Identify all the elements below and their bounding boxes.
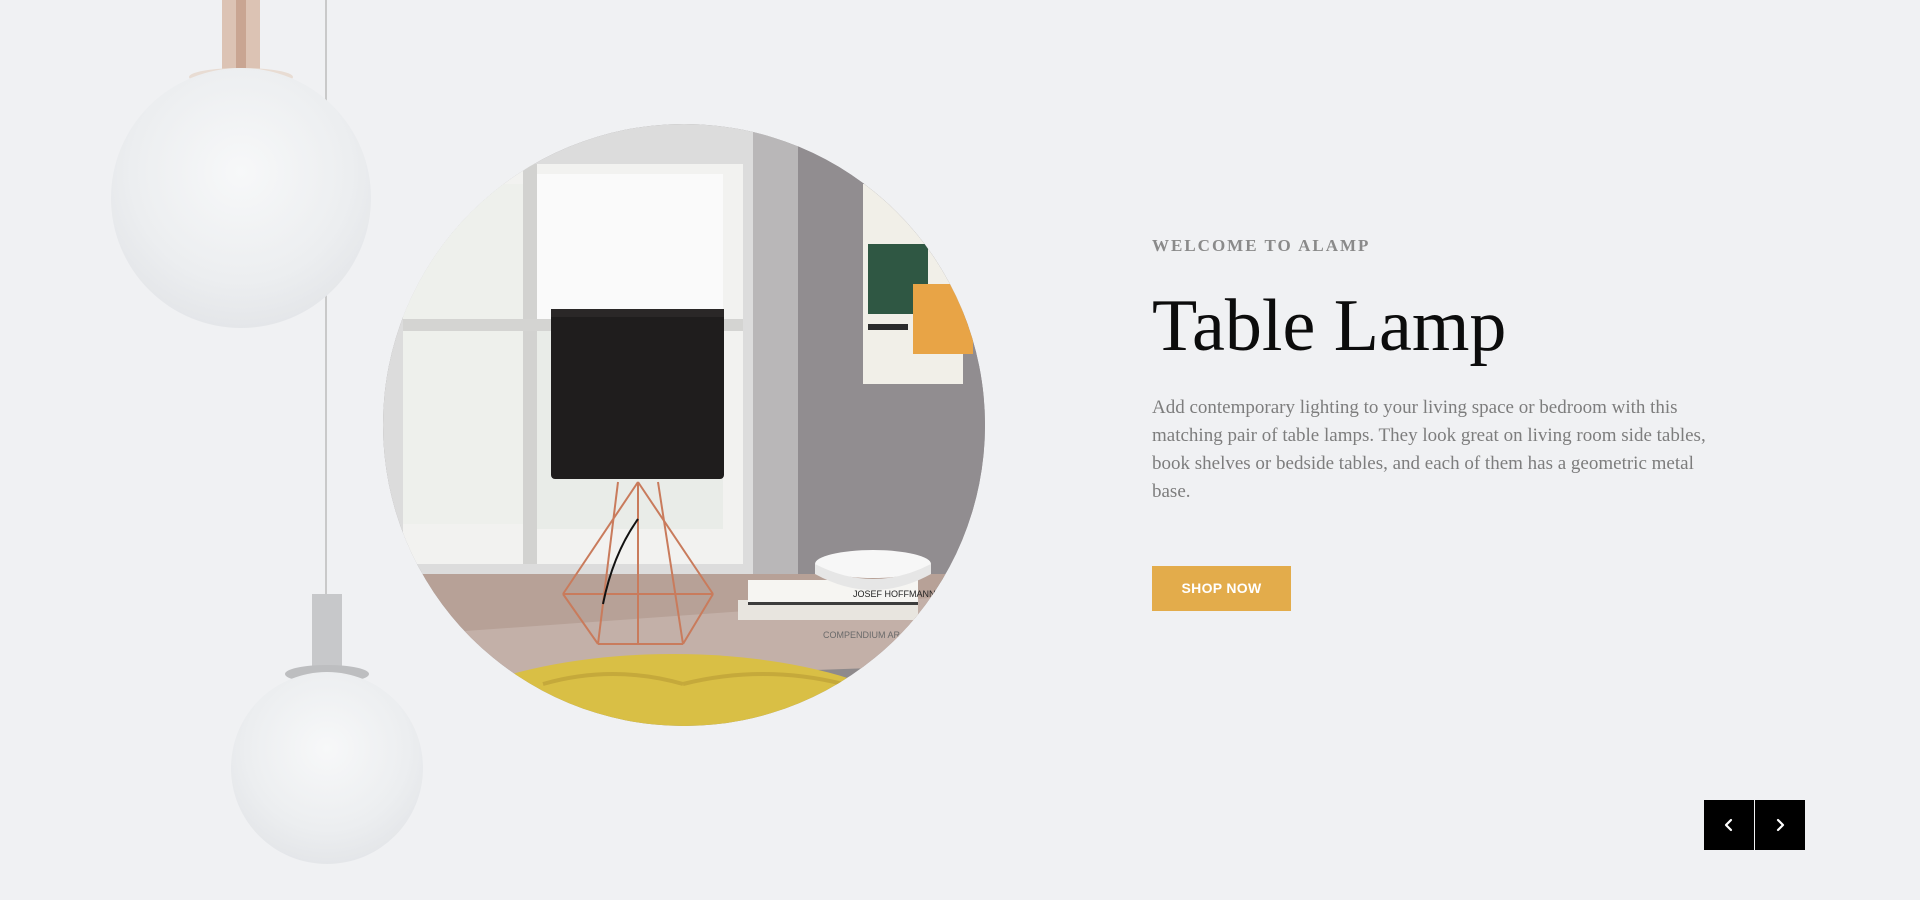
book-spine-text-2: COMPENDIUM AR [823, 630, 901, 640]
slider-prev-button[interactable] [1704, 800, 1754, 850]
hero-title: Table Lamp [1152, 285, 1507, 367]
slider-next-button[interactable] [1755, 800, 1805, 850]
chevron-left-icon [1724, 818, 1733, 832]
pendant-lamp-decor [111, 0, 423, 864]
hero-content: WELCOME TO ALAMP Table Lamp Add contempo… [1152, 236, 1732, 611]
hero-description: Add contemporary lighting to your living… [1152, 397, 1706, 502]
chevron-right-icon [1776, 818, 1785, 832]
hero-eyebrow: WELCOME TO ALAMP [1152, 236, 1371, 255]
slider-nav [1704, 800, 1805, 850]
book-spine-text: JOSEF HOFFMANN [853, 589, 936, 599]
hero-product-image: JOSEF HOFFMANN COMPENDIUM AR [383, 124, 985, 726]
shop-now-button[interactable]: SHOP NOW [1152, 566, 1291, 611]
